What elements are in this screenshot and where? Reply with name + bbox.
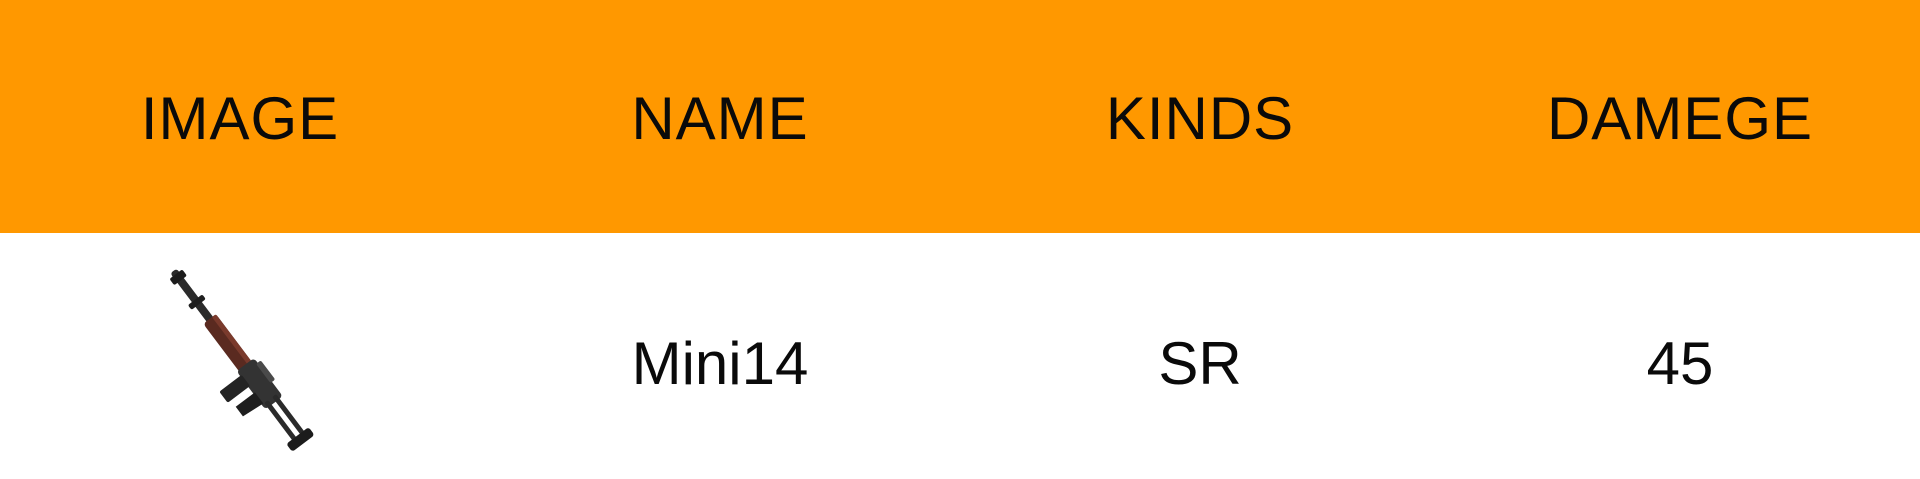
- weapon-image-cell: [0, 233, 480, 479]
- weapon-kind: SR: [1158, 329, 1242, 397]
- column-header-kinds: KINDS: [1105, 85, 1295, 152]
- table-row: Mini14 SR 45: [0, 233, 1920, 479]
- weapon-table: IMAGE NAME KINDS DAMEGE Mini14 SR 45: [0, 0, 1920, 479]
- column-header-damage: DAMEGE: [1546, 85, 1814, 152]
- weapon-name: Mini14: [631, 329, 809, 397]
- weapon-damage: 45: [1646, 329, 1714, 397]
- rifle-icon: [169, 269, 313, 451]
- column-header-image: IMAGE: [140, 85, 340, 152]
- column-header-name: NAME: [631, 85, 809, 152]
- table-header: IMAGE NAME KINDS DAMEGE: [0, 0, 1920, 233]
